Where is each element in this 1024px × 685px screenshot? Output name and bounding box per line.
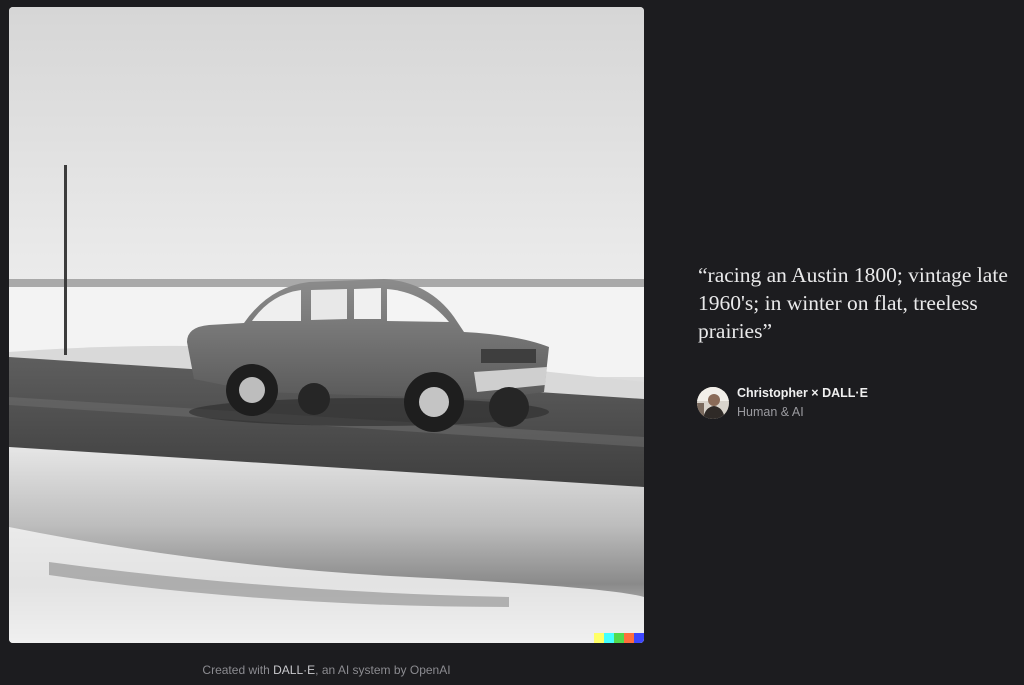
author-credit[interactable]: Christopher × DALL·E Human & AI — [697, 385, 868, 421]
signature-blue — [634, 633, 644, 643]
credit-subtitle: Human & AI — [737, 405, 804, 419]
footer-product-link[interactable]: DALL·E — [273, 663, 315, 677]
image-footer: Created with DALL·E, an AI system by Ope… — [9, 663, 644, 677]
dalle-signature — [594, 633, 644, 643]
signature-cyan — [604, 633, 614, 643]
generated-image-graphic — [9, 7, 644, 643]
credit-name[interactable]: Christopher × DALL·E — [737, 385, 868, 401]
footer-prefix: Created with — [202, 663, 274, 677]
signature-orange — [624, 633, 634, 643]
footer-suffix: , an AI system by OpenAI — [315, 663, 451, 677]
credit-text: Christopher × DALL·E Human & AI — [737, 385, 868, 421]
user-avatar-icon — [697, 387, 729, 419]
signature-green — [614, 633, 624, 643]
signature-yellow — [594, 633, 604, 643]
prompt-text: “racing an Austin 1800; vintage late 196… — [698, 263, 1008, 343]
page: Created with DALL·E, an AI system by Ope… — [0, 0, 1024, 685]
generated-image[interactable] — [9, 7, 644, 643]
